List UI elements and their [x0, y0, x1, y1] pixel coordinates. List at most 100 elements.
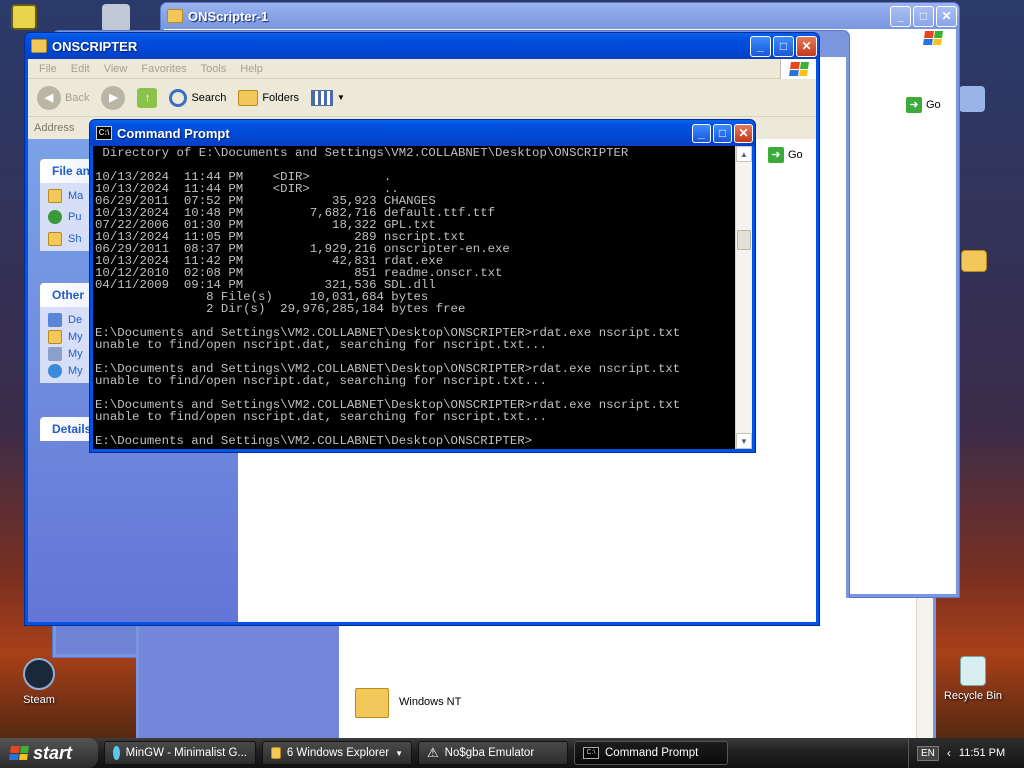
go-label: Go	[926, 99, 941, 111]
forward-arrow-icon: ▶	[101, 85, 126, 110]
task-windows-explorer[interactable]: 6 Windows Explorer ▼	[262, 741, 412, 765]
app-icon	[113, 746, 120, 760]
menu-tools[interactable]: Tools	[194, 63, 234, 75]
console-line: 2 Dir(s) 29,976,285,184 bytes free	[95, 302, 466, 316]
globe-icon	[48, 210, 62, 224]
folders-icon	[238, 89, 259, 106]
app-icon	[959, 86, 985, 112]
network-tray-icon[interactable]: ‹	[947, 746, 951, 760]
back-arrow-icon: ◀	[37, 85, 61, 110]
cmd-icon: C:\	[583, 747, 599, 759]
app-icon	[11, 4, 37, 30]
maximize-button[interactable]: □	[773, 35, 794, 57]
xp-logo-icon	[780, 59, 816, 79]
network-icon	[48, 363, 62, 378]
menu-help[interactable]: Help	[233, 63, 270, 75]
menu-file[interactable]: File	[32, 63, 64, 75]
search-icon	[169, 88, 188, 107]
views-button[interactable]: ▼	[308, 88, 348, 108]
go-button[interactable]: ➜ Go	[906, 97, 941, 113]
up-folder-button[interactable]: ↑	[134, 86, 160, 110]
back-button[interactable]: ◀ Back	[34, 84, 92, 112]
start-button[interactable]: start	[0, 738, 98, 768]
chevron-down-icon: ▼	[395, 748, 403, 758]
xp-logo-icon	[923, 31, 943, 45]
desktop-icon-label: Steam	[23, 694, 55, 706]
console-area[interactable]: Directory of E:\Documents and Settings\V…	[93, 146, 752, 449]
task-nogba[interactable]: ⚠ No$gba Emulator	[418, 741, 568, 765]
steam-icon	[23, 658, 55, 690]
folder-label: Windows NT	[399, 696, 462, 708]
forward-button[interactable]: ▶	[98, 84, 128, 112]
window-titlebar[interactable]: ONSCRIPTER _ □ ✕	[25, 33, 819, 59]
window-title: ONScripter-1	[188, 8, 269, 24]
app-icon	[102, 4, 130, 32]
chevron-down-icon: ▼	[337, 93, 345, 102]
warning-icon: ⚠	[427, 745, 439, 760]
views-icon	[311, 89, 334, 106]
window-title: Command Prompt	[117, 125, 230, 141]
folder-icon	[271, 747, 281, 759]
folders-button[interactable]: Folders	[235, 88, 302, 108]
desktop-icon	[48, 312, 62, 327]
console-line: unable to find/open nscript.dat, searchi…	[95, 410, 547, 424]
scroll-down-button[interactable]: ▼	[736, 433, 752, 449]
folder-icon	[48, 188, 62, 203]
up-folder-icon: ↑	[137, 87, 158, 108]
close-button[interactable]: ✕	[936, 5, 957, 27]
my-computer-icon	[48, 346, 62, 361]
console-line: unable to find/open nscript.dat, searchi…	[95, 338, 547, 352]
taskbar: start MinGW - Minimalist G... 6 Windows …	[0, 738, 1024, 768]
minimize-button[interactable]: _	[750, 35, 771, 57]
windows-flag-icon	[9, 746, 29, 760]
clock[interactable]: 11:51 PM	[959, 747, 1005, 759]
desktop-icon-topleft[interactable]	[4, 4, 44, 34]
window-command-prompt[interactable]: C:\ Command Prompt _ □ ✕ Directory of E:…	[89, 119, 756, 453]
console-output[interactable]: Directory of E:\Documents and Settings\V…	[95, 146, 734, 449]
console-line: unable to find/open nscript.dat, searchi…	[95, 374, 547, 388]
go-arrow-icon: ➜	[768, 147, 784, 163]
folder-icon	[961, 250, 987, 272]
scroll-thumb[interactable]	[737, 230, 751, 250]
go-arrow-icon: ➜	[906, 97, 922, 113]
folders-label: Folders	[262, 91, 300, 104]
shared-folder-icon	[48, 231, 62, 246]
language-indicator[interactable]: EN	[917, 745, 939, 761]
menu-edit[interactable]: Edit	[64, 63, 97, 75]
console-scrollbar[interactable]: ▲ ▼	[735, 146, 752, 449]
folder-icon	[167, 9, 183, 23]
console-line: E:\Documents and Settings\VM2.COLLABNET\…	[95, 434, 533, 448]
menu-bar: File Edit View Favorites Tools Help	[28, 59, 816, 79]
toolbar: ◀ Back ▶ ↑ Search Folders ▼	[28, 79, 816, 117]
window-title: ONSCRIPTER	[52, 38, 138, 54]
desktop-icon-label: Recycle Bin	[943, 690, 1003, 702]
task-mingw[interactable]: MinGW - Minimalist G...	[104, 741, 256, 765]
minimize-button[interactable]: _	[692, 123, 711, 143]
close-button[interactable]: ✕	[796, 35, 817, 57]
maximize-button[interactable]: □	[913, 5, 934, 27]
desktop-icon-recycle-bin[interactable]: Recycle Bin	[938, 656, 1008, 702]
cmd-icon: C:\	[96, 126, 112, 140]
recycle-bin-icon	[960, 656, 986, 686]
menu-view[interactable]: View	[97, 63, 135, 75]
scroll-up-button[interactable]: ▲	[736, 146, 752, 162]
task-command-prompt[interactable]: C:\ Command Prompt	[574, 741, 728, 765]
window-titlebar[interactable]: C:\ Command Prompt _ □ ✕	[90, 120, 755, 146]
search-label: Search	[191, 91, 227, 104]
address-label: Address	[34, 122, 75, 134]
close-button[interactable]: ✕	[734, 123, 753, 143]
start-label: start	[33, 742, 73, 763]
desktop-icon-steam[interactable]: Steam	[4, 658, 74, 706]
maximize-button[interactable]: □	[713, 123, 732, 143]
system-tray: EN ‹ 11:51 PM	[908, 738, 1024, 768]
go-button[interactable]: ➜ Go	[768, 147, 803, 163]
go-label: Go	[788, 149, 803, 161]
console-line: Directory of E:\Documents and Settings\V…	[95, 146, 629, 160]
minimize-button[interactable]: _	[890, 5, 911, 27]
search-button[interactable]: Search	[166, 87, 229, 109]
menu-favorites[interactable]: Favorites	[134, 63, 193, 75]
my-documents-icon	[48, 329, 62, 344]
back-label: Back	[65, 91, 90, 104]
scrollbar[interactable]	[916, 598, 933, 738]
window-titlebar[interactable]: ONScripter-1 _ □ ✕	[161, 3, 959, 29]
